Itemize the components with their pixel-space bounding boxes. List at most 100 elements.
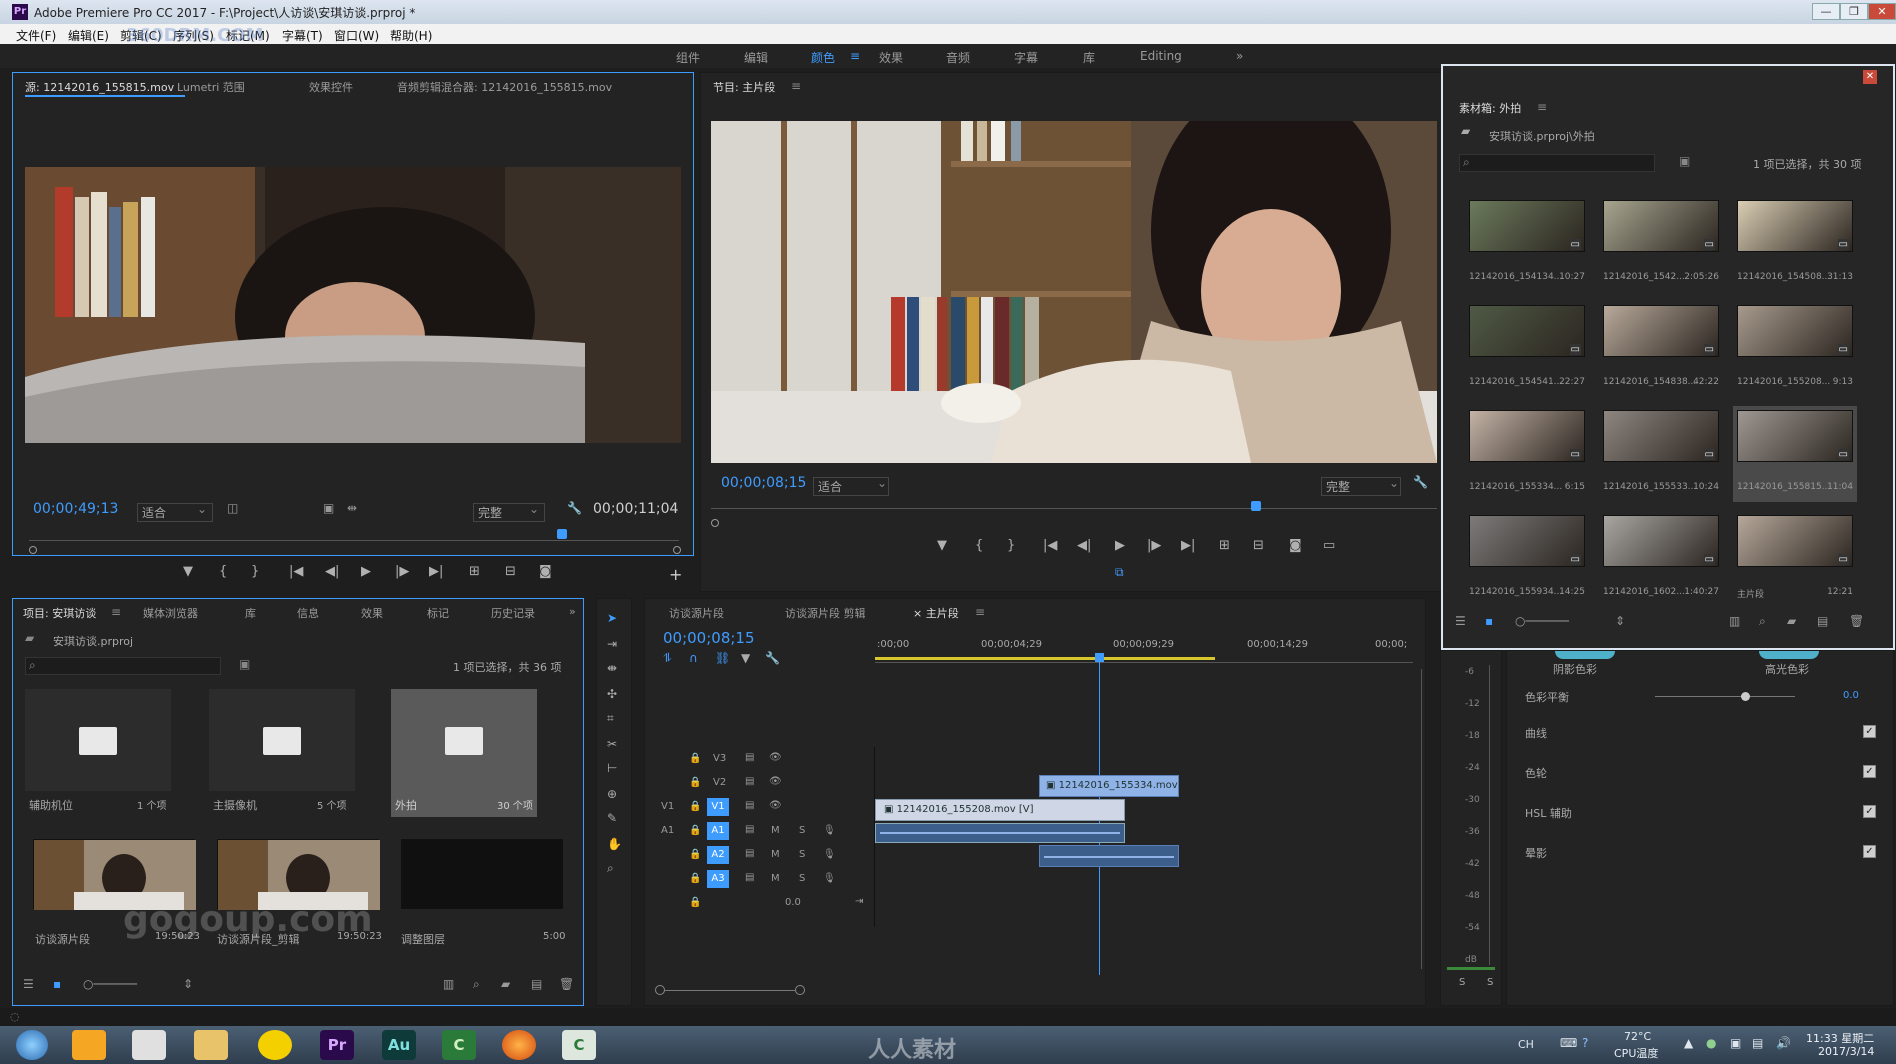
bin-clip-item[interactable]: ▭ 12142016_1542... 2:05:26 xyxy=(1599,196,1723,292)
track-target-label[interactable]: A3 xyxy=(707,870,729,888)
mute-button[interactable]: M xyxy=(771,825,780,836)
bin-find-icon[interactable]: ⌕ xyxy=(1759,614,1766,629)
eye-icon[interactable]: 👁 xyxy=(769,752,782,763)
menu-edit[interactable]: 编辑(E) xyxy=(68,27,109,44)
bin-automate-icon[interactable]: ▥ xyxy=(1729,614,1740,628)
source-patch-label[interactable]: V1 xyxy=(661,801,674,812)
project-tabs-overflow-icon[interactable]: » xyxy=(569,605,576,618)
track-target-label[interactable]: A2 xyxy=(707,846,729,864)
toggle-sync-icon[interactable]: ▤ xyxy=(745,848,754,859)
tray-volume-icon[interactable]: 🔊 xyxy=(1776,1036,1791,1050)
go-to-end-icon[interactable]: ⇥ xyxy=(855,896,863,907)
tab-sequence-source-edit[interactable]: 访谈源片段 剪辑 xyxy=(785,605,866,621)
snap-icon[interactable]: ∩ xyxy=(689,651,698,665)
program-mark-out-icon[interactable]: } xyxy=(1007,539,1015,553)
hsl-enable-checkbox[interactable]: ✓ xyxy=(1863,805,1876,818)
tab-history[interactable]: 历史记录 xyxy=(491,605,535,621)
timeline-playhead-handle[interactable] xyxy=(1095,653,1104,662)
tab-effect-controls[interactable]: 效果控件 xyxy=(309,79,353,95)
timeline-hscroll[interactable] xyxy=(645,983,1425,997)
slip-tool-icon[interactable]: ⊢ xyxy=(607,761,617,775)
rate-stretch-tool-icon[interactable]: ⌗ xyxy=(607,711,614,726)
program-time-ruler[interactable] xyxy=(711,501,1437,509)
lock-icon[interactable]: 🔒 xyxy=(689,897,701,908)
clip-v2[interactable]: ▣ 12142016_155334.mov [V] xyxy=(1039,775,1179,811)
lock-icon[interactable]: 🔒 xyxy=(689,801,701,812)
track-select-tool-icon[interactable]: ⇥ xyxy=(607,637,617,651)
clock-date[interactable]: 2017/3/14 xyxy=(1818,1045,1874,1058)
project-item-bin[interactable]: 辅助机位 1 个项 xyxy=(25,689,171,812)
timeline-vscroll[interactable] xyxy=(1421,669,1422,969)
hscroll-start-handle[interactable] xyxy=(655,985,665,995)
project-list-view-icon[interactable]: ☰ xyxy=(23,977,34,991)
toggle-sync-icon[interactable]: ▤ xyxy=(745,800,754,811)
solo-button[interactable]: S xyxy=(799,825,805,836)
source-add-button-icon[interactable]: + xyxy=(669,565,682,584)
project-sort-icon[interactable]: ⇕ xyxy=(183,977,193,991)
program-zoom-handle[interactable] xyxy=(711,519,719,527)
bin-clip-item[interactable]: ▭ 主片段 12:21 xyxy=(1733,511,1857,607)
taskbar-browser-icon[interactable] xyxy=(132,1030,166,1060)
tray-device-icon[interactable]: ▣ xyxy=(1730,1036,1741,1050)
bin-clip-item[interactable]: ▭ 12142016_154134... 10:27 xyxy=(1465,196,1589,292)
maximize-button[interactable]: ❐ xyxy=(1840,3,1868,20)
program-playhead[interactable] xyxy=(1251,501,1261,511)
clock-time[interactable]: 11:33 星期二 xyxy=(1806,1030,1874,1046)
step-forward-icon[interactable]: |▶ xyxy=(395,565,409,579)
selection-tool-icon[interactable]: ➤ xyxy=(607,611,617,625)
ripple-edit-tool-icon[interactable]: ⇼ xyxy=(607,661,617,675)
taskbar-camtasia-icon[interactable]: C xyxy=(442,1030,476,1060)
comparison-view-icon[interactable]: ▭ xyxy=(1323,539,1335,553)
nest-toggle-icon[interactable]: ⥮ xyxy=(663,651,672,666)
bin-new-search-bin-icon[interactable]: ▣ xyxy=(1679,154,1690,168)
tab-markers[interactable]: 标记 xyxy=(427,605,449,621)
clip-v1[interactable]: ▣ 12142016_155208.mov [V] xyxy=(875,799,1125,821)
project-panel-menu-icon[interactable]: ≡ xyxy=(111,605,121,619)
clip-a1[interactable] xyxy=(875,823,1125,843)
taskbar-audition-icon[interactable]: Au xyxy=(382,1030,416,1060)
project-zoom-slider-icon[interactable]: ○────── xyxy=(83,977,137,991)
lock-icon[interactable]: 🔒 xyxy=(689,873,701,884)
overwrite-button-icon[interactable]: ⊟ xyxy=(505,565,516,579)
program-step-forward-icon[interactable]: |▶ xyxy=(1147,539,1161,553)
slide-tool-icon[interactable]: ⊕ xyxy=(607,787,617,801)
workspace-menu-icon[interactable]: ≡ xyxy=(850,49,860,63)
bin-new-bin-icon[interactable]: ▰ xyxy=(1787,614,1796,628)
section-vignette[interactable]: 晕影 xyxy=(1525,845,1547,861)
toggle-sync-icon[interactable]: ▤ xyxy=(745,872,754,883)
voice-over-mic-icon[interactable]: 🎙 xyxy=(823,873,836,884)
workspace-editing-en[interactable]: Editing xyxy=(1140,49,1182,63)
bin-clip-item[interactable]: ▭ 12142016_155815... 11:04 xyxy=(1733,406,1857,502)
mark-in-icon[interactable]: { xyxy=(219,565,227,579)
bin-new-item-icon[interactable]: ▤ xyxy=(1817,614,1828,628)
tray-expand-icon[interactable]: ▲ xyxy=(1684,1036,1693,1050)
voice-over-mic-icon[interactable]: 🎙 xyxy=(823,825,836,836)
linked-selection-icon[interactable]: ⛓ xyxy=(715,651,730,665)
minimize-button[interactable]: — xyxy=(1812,3,1840,20)
tab-program[interactable]: 节目: 主片段 xyxy=(713,79,775,95)
lock-icon[interactable]: 🔒 xyxy=(689,825,701,836)
eye-icon[interactable]: 👁 xyxy=(769,776,782,787)
work-area-bar[interactable] xyxy=(875,657,1215,660)
project-item-bin[interactable]: 主摄像机 5 个项 xyxy=(209,689,355,812)
voice-over-mic-icon[interactable]: 🎙 xyxy=(823,849,836,860)
start-button[interactable] xyxy=(16,1030,48,1060)
workspace-libraries[interactable]: 库 xyxy=(1083,49,1095,66)
meter-solo-right[interactable]: S xyxy=(1487,977,1493,988)
taskbar-app-icon[interactable] xyxy=(72,1030,106,1060)
lock-icon[interactable]: 🔒 xyxy=(689,753,701,764)
tab-libraries[interactable]: 库 xyxy=(245,605,256,621)
program-export-frame-camera-icon[interactable]: ◙ xyxy=(1289,539,1302,553)
toggle-sync-icon[interactable]: ▤ xyxy=(745,776,754,787)
bin-clip-item[interactable]: ▭ 12142016_155208... 9:13 xyxy=(1733,301,1857,397)
highlight-wheel[interactable] xyxy=(1759,651,1819,659)
bin-clip-item[interactable]: ▭ 12142016_155934... 14:25 xyxy=(1465,511,1589,607)
project-icon-view-icon[interactable]: ▪ xyxy=(53,977,61,991)
bin-clip-item[interactable]: ▭ 12142016_154541... 22:27 xyxy=(1465,301,1589,397)
tray-keyboard-icon[interactable]: ⌨ xyxy=(1560,1036,1577,1050)
project-automate-icon[interactable]: ▥ xyxy=(443,977,454,991)
bin-list-view-icon[interactable]: ☰ xyxy=(1455,614,1466,628)
pen-tool-icon[interactable]: ✎ xyxy=(607,811,617,825)
menu-help[interactable]: 帮助(H) xyxy=(390,27,432,44)
color-wheels-enable-checkbox[interactable]: ✓ xyxy=(1863,765,1876,778)
